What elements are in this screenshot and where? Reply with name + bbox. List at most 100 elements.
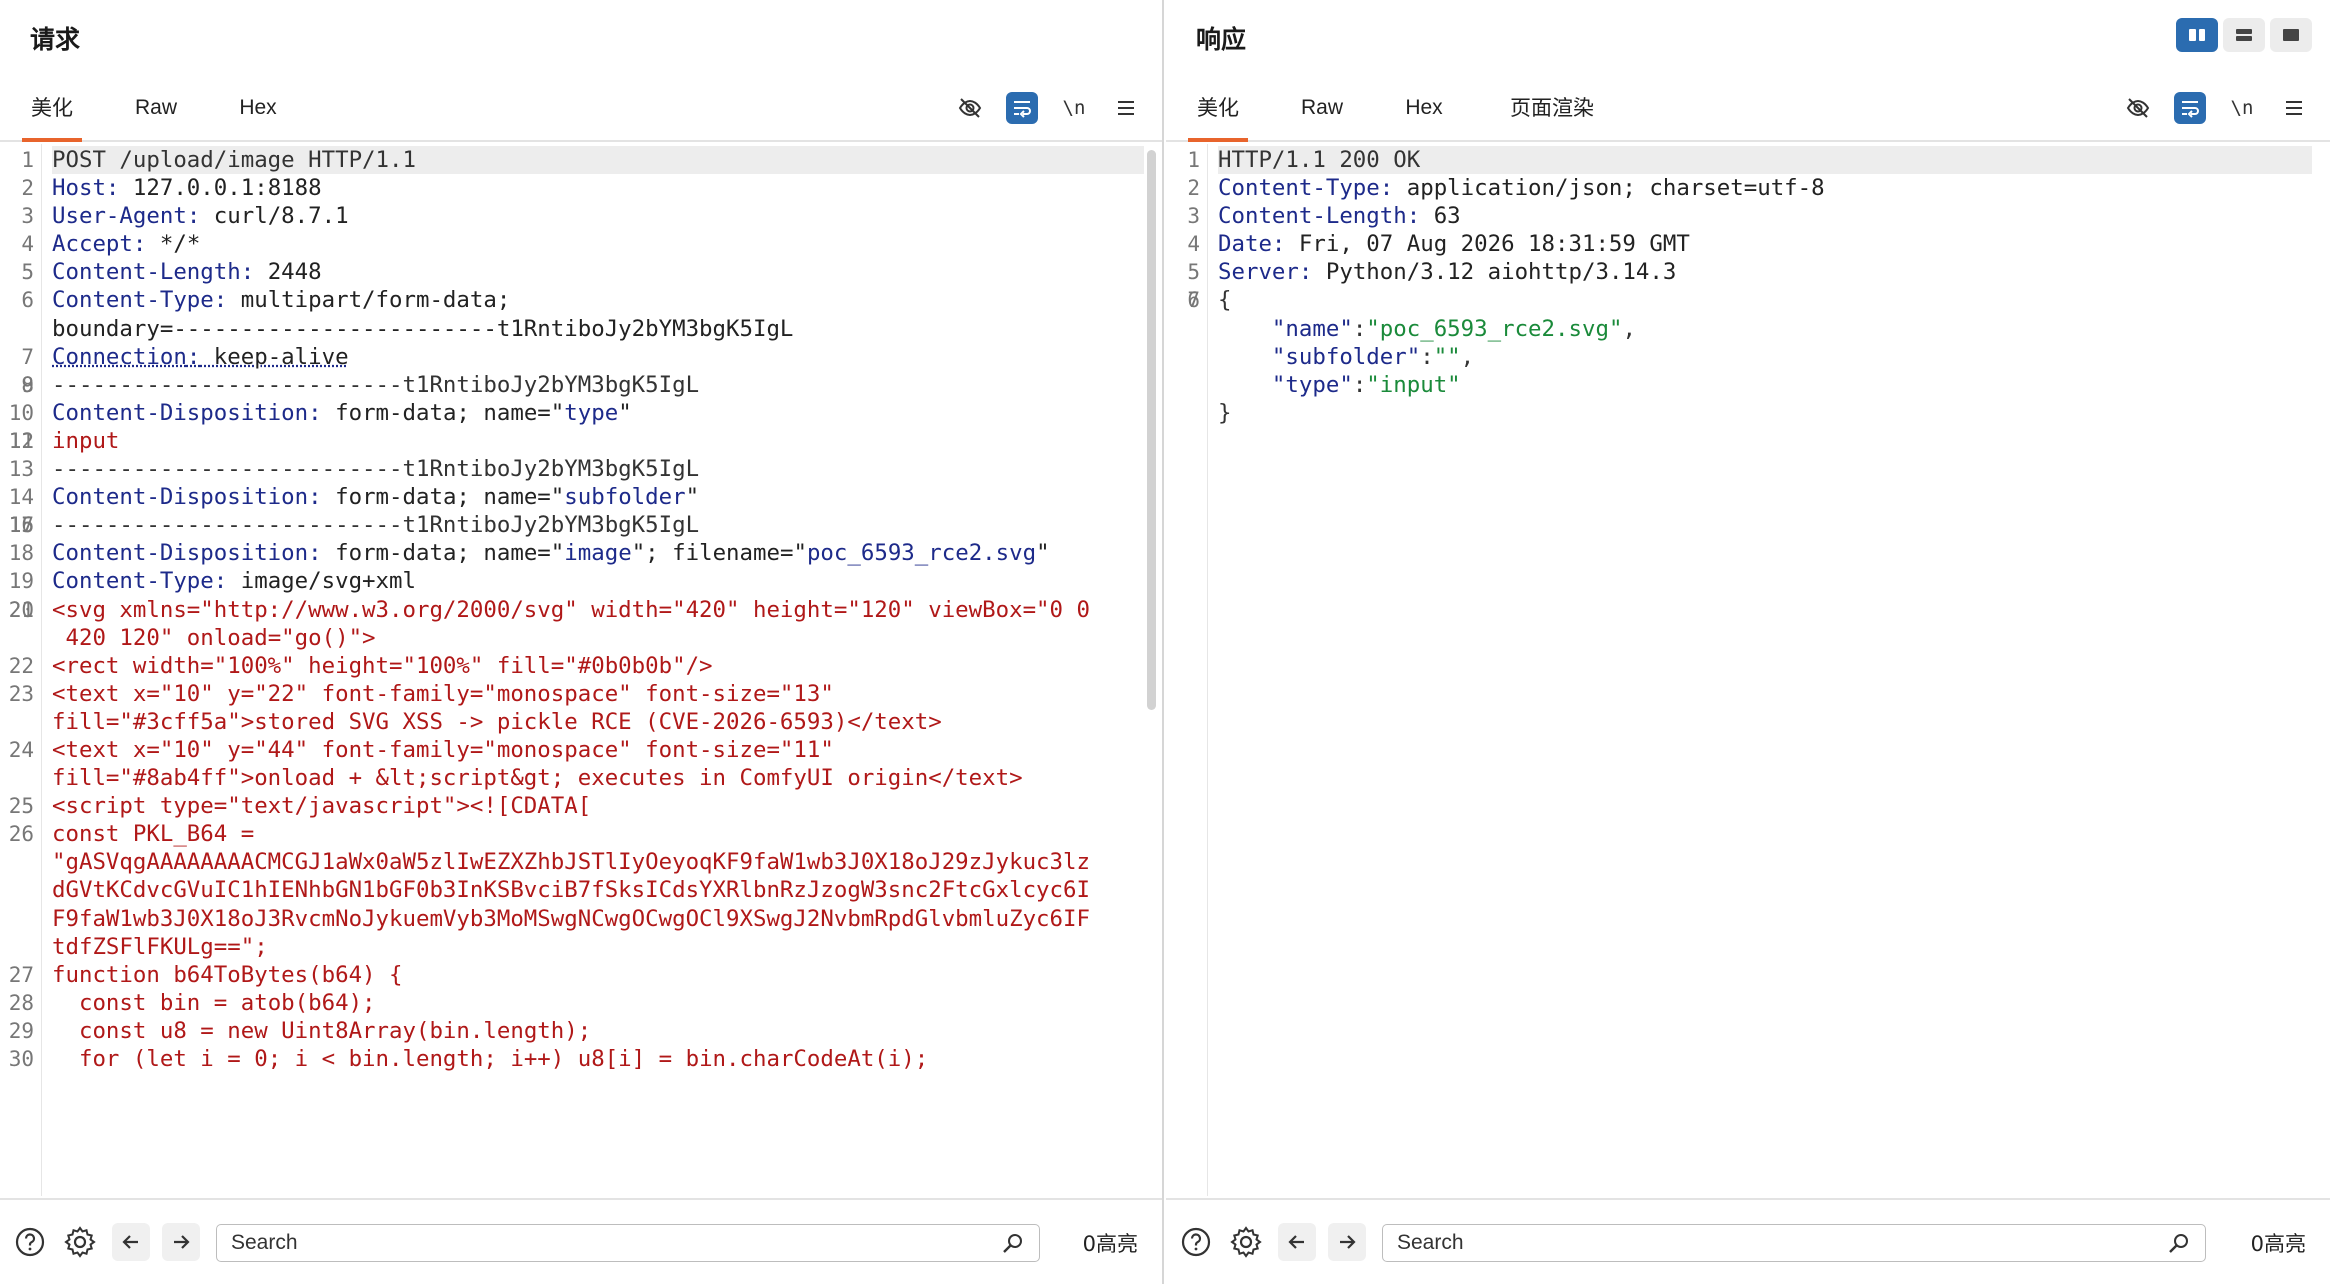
header-value: " [685,484,700,511]
layout-side-by-side-button[interactable] [2176,18,2218,52]
request-editor[interactable]: 1 POST /upload/image HTTP/1.1 2 Host: 127.0… [0,144,1162,1196]
response-tab-hex[interactable]: Hex [1394,86,1454,142]
header-name: Content-Disposition [52,484,309,511]
header-name: User-Agent [52,203,187,230]
json-separator: , [1460,343,1475,370]
body-text: const bin = atob(b64); [52,989,376,1016]
response-tab-raw[interactable]: Raw [1292,86,1352,142]
response-editor[interactable]: 1 HTTP/1.1 200 OK 2 Content-Type: applicati… [1166,144,2330,1196]
forward-arrow-icon[interactable] [162,1223,200,1261]
response-pane: 响应 美化 Raw Hex 页面渲染 \n 1 HTTP/1.1 200 OK … [1166,0,2330,1284]
request-code: 1 POST /upload/image HTTP/1.1 2 Host: 127.0… [9,146,1144,1073]
request-scrollbar[interactable] [1147,150,1156,710]
code-line: } [1218,399,2310,427]
param-value: subfolder [564,484,686,511]
request-tab-pretty[interactable]: 美化 [22,86,82,142]
help-icon[interactable] [1178,1224,1214,1260]
header-colon: : [213,568,228,595]
header-value: application/json; charset=utf-8 [1393,175,1825,202]
line-number: 29 [8,1018,34,1043]
search-icon[interactable] [2167,1231,2191,1260]
settings-gear-icon[interactable] [1228,1224,1264,1260]
json-colon: : [1420,343,1434,370]
param-value: poc_6593_rce2.svg [806,540,1037,567]
line-number: 9 [21,372,34,397]
code-line: 24 <text x="10" y="44" font-family="monos… [9,736,1142,792]
code-line: "type":"input" [1218,371,2310,399]
param-value: image [564,540,632,567]
line-number: 26 [8,822,34,847]
code-line: 21 <svg xmlns="http://www.w3.org/2000/svg… [9,596,1142,652]
json-colon: : [1352,315,1367,342]
code-line: 13 --------------------------t1RntiboJy2b… [9,455,1142,483]
help-icon[interactable] [12,1224,48,1260]
code-line: 5 Server: Python/3.12 aiohttp/3.14.3 [1187,258,2310,286]
header-colon: : [1298,259,1313,286]
back-arrow-icon[interactable] [112,1223,150,1261]
body-text: <svg xmlns="http://www.w3.org/2000/svg" … [52,596,1090,651]
hide-non-printable-icon[interactable] [954,92,986,124]
body-text: <text x="10" y="44" font-family="monospa… [52,736,1023,792]
newline-toggle[interactable]: \n [1058,92,1090,124]
line-number: 2 [1187,176,1200,201]
header-name: Content-Disposition [52,540,309,567]
word-wrap-icon[interactable] [2174,92,2206,124]
header-value: */* [146,231,201,258]
header-name: Server [1218,259,1299,286]
header-colon: : [240,259,255,286]
request-tab-hex[interactable]: Hex [228,86,288,142]
response-footer: 0高亮 [1166,1198,2330,1284]
line-number: 3 [1187,204,1200,229]
code-line: 4 Date: Fri, 07 Aug 2026 18:31:59 GMT [1187,230,2310,258]
code-text: --------------------------t1RntiboJy2bYM… [52,456,700,483]
code-text: --------------------------t1RntiboJy2bYM… [52,512,700,539]
header-colon: : [186,203,201,230]
request-search-input[interactable] [217,1225,977,1261]
line-number: 24 [8,737,34,762]
newline-toggle[interactable]: \n [2226,92,2258,124]
menu-icon[interactable] [2278,92,2310,124]
layout-single-button[interactable] [2270,18,2312,52]
line-number: 5 [21,260,34,285]
body-text: <rect width="100%" height="100%" fill="#… [52,652,713,679]
response-tab-pretty[interactable]: 美化 [1188,86,1248,142]
request-tab-raw[interactable]: Raw [126,86,186,142]
code-line: 7 Connection: keep-alive [21,343,1142,371]
forward-arrow-icon[interactable] [1328,1223,1366,1261]
code-line: 27 function b64ToBytes(b64) { [9,961,1142,989]
code-line: 6 Content-Type: multipart/form-data; boun… [21,286,1142,342]
hide-non-printable-icon[interactable] [2122,92,2154,124]
header-name: Connection [52,343,187,370]
settings-gear-icon[interactable] [62,1224,98,1260]
json-colon: : [1352,371,1367,398]
header-value: image/svg+xml [227,568,416,595]
line-number: 2 [21,176,34,201]
code-text: HTTP/1.1 200 OK [1218,147,1421,173]
header-value: form-data; name=" [321,484,565,511]
request-search-box[interactable] [216,1224,1040,1262]
header-value: Python/3.12 aiohttp/3.14.3 [1312,259,1677,286]
line-number: 25 [8,794,34,819]
response-tabbar: 美化 Raw Hex 页面渲染 \n [1166,86,2330,142]
response-search-input[interactable] [1383,1225,2143,1261]
header-value: " [1036,540,1050,567]
code-line: 2 Host: 127.0.0.1:8188 [21,174,1142,202]
word-wrap-icon[interactable] [1006,92,1038,124]
layout-stacked-button[interactable] [2223,18,2265,52]
code-line: "subfolder":"", [1218,343,2310,371]
line-number: 23 [8,681,34,706]
header-value: curl/8.7.1 [200,203,349,230]
header-value: 63 [1420,203,1461,230]
header-value: " [618,399,632,426]
header-value: Fri, 07 Aug 2026 18:31:59 GMT [1285,231,1690,258]
search-icon[interactable] [1001,1231,1025,1260]
request-title: 请求 [30,25,81,54]
body-text: const PKL_B64 = "gASVqgAAAAAAAACMCGJ1aWx… [52,821,1090,960]
response-tab-render[interactable]: 页面渲染 [1502,86,1602,142]
line-number: 10 [8,400,34,425]
menu-icon[interactable] [1110,92,1142,124]
response-search-box[interactable] [1382,1224,2206,1262]
back-arrow-icon[interactable] [1278,1223,1316,1261]
line-number: 21 [8,597,34,622]
